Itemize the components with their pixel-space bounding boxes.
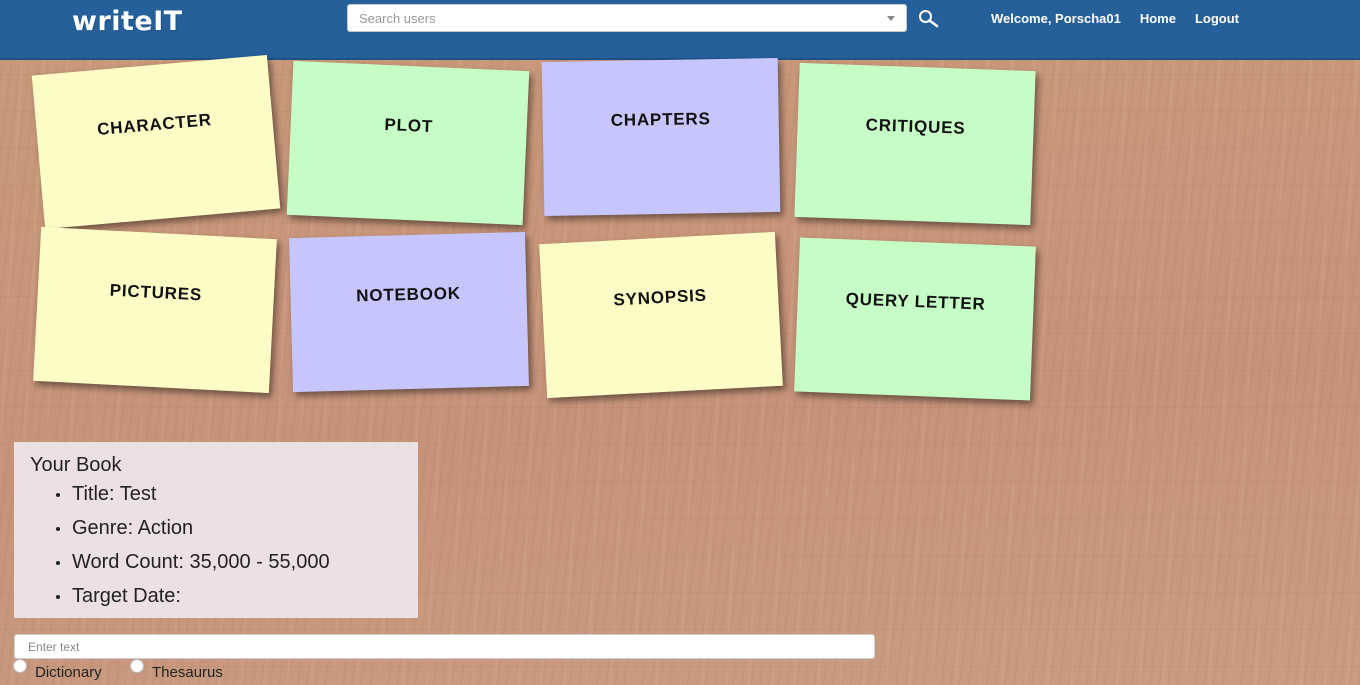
- note-label: PICTURES: [109, 280, 203, 305]
- book-details-list: Title: Test Genre: Action Word Count: 35…: [30, 483, 402, 619]
- nav-links: Welcome, Porscha01 Home Logout: [991, 11, 1239, 26]
- search-users-input[interactable]: [348, 5, 868, 31]
- book-genre-item: Genre: Action: [56, 517, 402, 551]
- note-character[interactable]: CHARACTER: [31, 55, 281, 229]
- note-label: CHAPTERS: [610, 109, 711, 130]
- note-notebook[interactable]: NOTEBOOK: [289, 231, 529, 393]
- note-synopsis[interactable]: SYNOPSIS: [539, 231, 783, 399]
- dictionary-radio[interactable]: [13, 659, 27, 673]
- thesaurus-radio[interactable]: [130, 659, 144, 673]
- note-label: SYNOPSIS: [612, 285, 708, 310]
- your-book-heading: Your Book: [30, 454, 122, 476]
- user-search-combobox[interactable]: [347, 4, 907, 32]
- logout-link[interactable]: Logout: [1195, 11, 1239, 26]
- note-label: CRITIQUES: [865, 115, 966, 138]
- note-chapters[interactable]: CHAPTERS: [541, 57, 781, 217]
- note-plot[interactable]: PLOT: [286, 60, 530, 226]
- note-query-letter[interactable]: QUERY LETTER: [794, 237, 1036, 401]
- book-title-item: Title: Test: [56, 483, 402, 517]
- note-pictures[interactable]: PICTURES: [33, 226, 277, 394]
- caret-down-icon[interactable]: [887, 16, 895, 21]
- note-label: PLOT: [384, 114, 434, 137]
- note-label: NOTEBOOK: [355, 283, 462, 306]
- note-label: CHARACTER: [96, 110, 213, 140]
- your-book-panel: Your Book Title: Test Genre: Action Word…: [14, 442, 418, 618]
- welcome-user-link[interactable]: Welcome, Porscha01: [991, 11, 1121, 26]
- search-icon[interactable]: [918, 9, 940, 29]
- home-link[interactable]: Home: [1140, 11, 1176, 26]
- thesaurus-label[interactable]: Thesaurus: [152, 664, 223, 681]
- dictionary-label[interactable]: Dictionary: [35, 664, 102, 681]
- book-word-count-item: Word Count: 35,000 - 55,000: [56, 551, 402, 585]
- note-critiques[interactable]: CRITIQUES: [794, 62, 1036, 226]
- note-label: QUERY LETTER: [845, 289, 986, 314]
- top-navbar: writeIT Welcome, Porscha01 Home Logout: [0, 0, 1360, 60]
- lookup-text-input[interactable]: [14, 634, 875, 659]
- brand-logo[interactable]: writeIT: [72, 6, 183, 37]
- book-target-date-item: Target Date:: [56, 585, 402, 619]
